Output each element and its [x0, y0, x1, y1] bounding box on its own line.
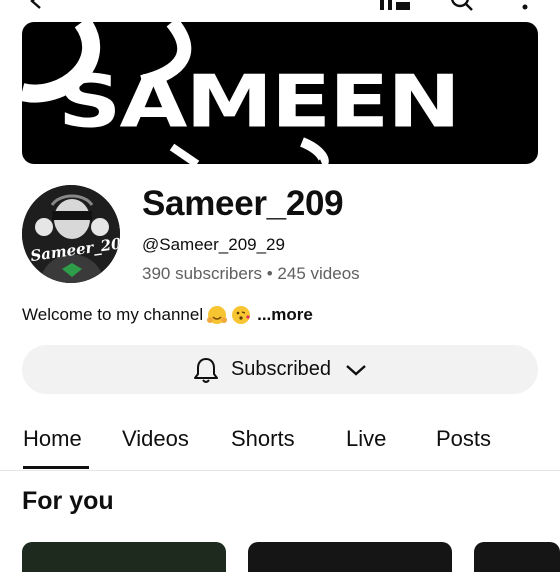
back-arrow-icon[interactable] [26, 0, 48, 14]
channel-banner: SAMEEN [22, 22, 538, 164]
bell-icon [193, 356, 219, 384]
hugging-face-icon [207, 305, 228, 325]
subscriber-count: 390 subscribers [142, 264, 263, 283]
tab-posts[interactable]: Posts [436, 426, 491, 452]
channel-stats: 390 subscribers • 245 videos [142, 264, 360, 284]
top-app-bar [0, 0, 560, 14]
section-title: For you [22, 487, 114, 515]
active-tab-indicator [23, 466, 89, 469]
video-count: 245 videos [277, 264, 360, 283]
channel-handle: @Sameer_209_29 [142, 235, 285, 254]
stats-separator: • [262, 264, 278, 283]
tab-home[interactable]: Home [23, 426, 82, 452]
tab-videos[interactable]: Videos [122, 426, 189, 452]
tab-live[interactable]: Live [346, 426, 386, 452]
channel-tabs: Home Videos Shorts Live Posts [0, 420, 560, 471]
channel-description[interactable]: Welcome to my channel ...more [22, 305, 313, 325]
video-thumbnail[interactable] [474, 542, 560, 572]
video-thumbnail[interactable] [248, 542, 452, 572]
banner-title: SAMEEN [58, 59, 461, 144]
channel-name: Sameer_209 [142, 184, 344, 223]
kissing-face-icon [231, 305, 251, 325]
tab-shorts[interactable]: Shorts [231, 426, 295, 452]
channel-avatar[interactable]: Sameer_209 [22, 185, 120, 283]
more-link[interactable]: ...more [257, 305, 313, 325]
search-icon[interactable] [448, 0, 476, 14]
subscribed-label: Subscribed [230, 358, 332, 380]
subscribed-button[interactable]: Subscribed [22, 345, 538, 394]
chevron-down-icon [345, 363, 367, 377]
cast-icon[interactable] [378, 0, 414, 14]
more-options-icon[interactable] [520, 0, 530, 14]
description-text: Welcome to my channel [22, 305, 204, 324]
avatar-portrait-graphic [22, 185, 120, 283]
video-thumbnail[interactable] [22, 542, 226, 572]
